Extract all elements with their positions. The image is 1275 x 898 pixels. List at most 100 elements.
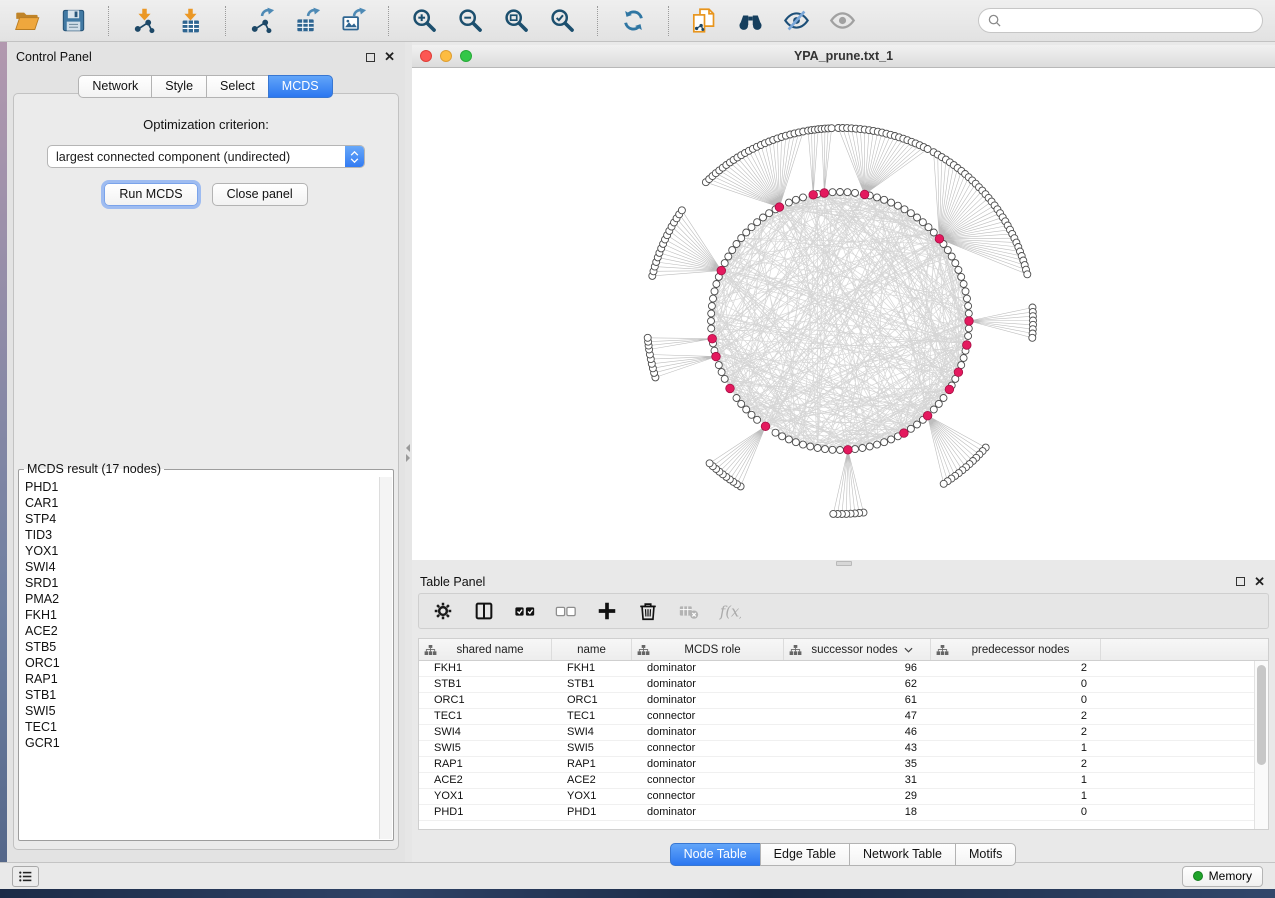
mcds-result-item[interactable]: SRD1 (25, 575, 392, 591)
mcds-result-item[interactable]: CAR1 (25, 495, 392, 511)
scrollbar-thumb[interactable] (1257, 665, 1266, 765)
mcds-result-item[interactable]: SWI5 (25, 703, 392, 719)
run-mcds-button[interactable]: Run MCDS (104, 183, 197, 206)
add-column-button[interactable] (595, 599, 619, 623)
close-panel-button[interactable]: Close panel (212, 183, 308, 206)
mcds-list-scrollbar[interactable] (379, 477, 392, 839)
table-cell: 47 (784, 709, 931, 724)
table-row[interactable]: RAP1RAP1dominator352 (419, 757, 1268, 773)
mcds-result-item[interactable]: STB1 (25, 687, 392, 703)
float-panel-icon[interactable] (1236, 577, 1245, 586)
table-toolbar: f(x) (418, 593, 1269, 629)
table-cell: dominator (632, 693, 784, 708)
control-panel-title: Control Panel (16, 50, 92, 64)
table-row[interactable]: PHD1PHD1dominator180 (419, 805, 1268, 821)
memory-button[interactable]: Memory (1182, 866, 1263, 887)
table-row[interactable]: SWI4SWI4dominator462 (419, 725, 1268, 741)
table-row[interactable]: ORC1ORC1dominator610 (419, 693, 1268, 709)
mcds-result-list[interactable]: PHD1CAR1STP4TID3YOX1SWI4SRD1PMA2FKH1ACE2… (20, 477, 392, 751)
close-panel-icon[interactable]: ✕ (384, 52, 395, 62)
column-header-name[interactable]: name (552, 639, 632, 660)
mcds-result-item[interactable]: ORC1 (25, 655, 392, 671)
mcds-result-item[interactable]: RAP1 (25, 671, 392, 687)
mcds-result-item[interactable]: PHD1 (25, 479, 392, 495)
zoom-out-button[interactable] (455, 6, 485, 36)
table-cell: dominator (632, 661, 784, 676)
zoom-selected-button[interactable] (547, 6, 577, 36)
horizontal-splitter[interactable] (412, 560, 1275, 568)
mcds-result-item[interactable]: STP4 (25, 511, 392, 527)
search-input[interactable] (1006, 14, 1253, 28)
save-session-button[interactable] (58, 6, 88, 36)
tab-network[interactable]: Network (78, 75, 152, 98)
table-cell: 96 (784, 661, 931, 676)
search-box[interactable] (978, 8, 1263, 33)
table-row[interactable]: SWI5SWI5connector431 (419, 741, 1268, 757)
export-image-button[interactable] (338, 6, 368, 36)
tab-network-table[interactable]: Network Table (849, 843, 956, 866)
hide-selected-button[interactable] (781, 6, 811, 36)
mcds-result-item[interactable]: TEC1 (25, 719, 392, 735)
tab-node-table[interactable]: Node Table (670, 843, 761, 866)
table-cell: 62 (784, 677, 931, 692)
export-table-button[interactable] (292, 6, 322, 36)
vertical-splitter[interactable] (405, 42, 412, 862)
zoom-in-button[interactable] (409, 6, 439, 36)
control-panel-tabs: NetworkStyleSelectMCDS (7, 75, 405, 98)
tab-edge-table[interactable]: Edge Table (760, 843, 850, 866)
column-selector-button[interactable] (472, 599, 496, 623)
mcds-result-item[interactable]: PMA2 (25, 591, 392, 607)
table-row[interactable]: STB1STB1dominator620 (419, 677, 1268, 693)
mcds-result-item[interactable]: FKH1 (25, 607, 392, 623)
import-table-button[interactable] (175, 6, 205, 36)
table-cell: SWI5 (419, 741, 552, 756)
search-network-button[interactable] (735, 6, 765, 36)
column-header-shared-name[interactable]: shared name (419, 639, 552, 660)
clone-network-button[interactable] (689, 6, 719, 36)
tab-mcds[interactable]: MCDS (268, 75, 333, 98)
refresh-button[interactable] (618, 6, 648, 36)
mcds-tab-pane: Optimization criterion: largest connecte… (13, 93, 399, 850)
table-cell: connector (632, 773, 784, 788)
table-row[interactable]: FKH1FKH1dominator962 (419, 661, 1268, 677)
splitter-grip-icon[interactable] (836, 561, 852, 566)
mcds-result-item[interactable]: YOX1 (25, 543, 392, 559)
table-row[interactable]: YOX1YOX1connector291 (419, 789, 1268, 805)
tab-motifs[interactable]: Motifs (955, 843, 1016, 866)
import-network-button[interactable] (129, 6, 159, 36)
toolbar-separator (108, 6, 109, 36)
table-scrollbar[interactable] (1254, 661, 1268, 829)
select-all-button[interactable] (513, 599, 537, 623)
task-history-button[interactable] (12, 866, 39, 887)
close-panel-icon[interactable]: ✕ (1254, 577, 1265, 587)
table-settings-button[interactable] (431, 599, 455, 623)
mcds-result-item[interactable]: ACE2 (25, 623, 392, 639)
mcds-result-item[interactable]: GCR1 (25, 735, 392, 751)
mcds-result-item[interactable]: SWI4 (25, 559, 392, 575)
toolbar-separator (388, 6, 389, 36)
tab-style[interactable]: Style (151, 75, 207, 98)
table-row[interactable]: TEC1TEC1connector472 (419, 709, 1268, 725)
delete-column-button[interactable] (636, 599, 660, 623)
mcds-result-item[interactable]: STB5 (25, 639, 392, 655)
table-cell: 0 (931, 805, 1101, 820)
zoom-fit-button[interactable] (501, 6, 531, 36)
network-canvas[interactable] (412, 68, 1275, 560)
node-table: shared namenameMCDS rolesuccessor nodesp… (418, 638, 1269, 830)
mcds-result-title: MCDS result (17 nodes) (24, 462, 164, 476)
table-row[interactable]: ACE2ACE2connector311 (419, 773, 1268, 789)
open-session-button[interactable] (12, 6, 42, 36)
table-cell: dominator (632, 677, 784, 692)
column-header-predecessor-nodes[interactable]: predecessor nodes (931, 639, 1101, 660)
svg-text:f(x): f(x) (719, 604, 741, 621)
splitter-grip-icon[interactable] (406, 442, 410, 464)
criterion-select[interactable]: largest connected component (undirected) (47, 145, 365, 168)
float-panel-icon[interactable] (366, 53, 375, 62)
export-network-button[interactable] (246, 6, 276, 36)
tab-select[interactable]: Select (206, 75, 269, 98)
deselect-all-button[interactable] (554, 599, 578, 623)
mcds-result-item[interactable]: TID3 (25, 527, 392, 543)
column-header-successor-nodes[interactable]: successor nodes (784, 639, 931, 660)
memory-status-icon (1193, 871, 1203, 881)
column-header-MCDS-role[interactable]: MCDS role (632, 639, 784, 660)
